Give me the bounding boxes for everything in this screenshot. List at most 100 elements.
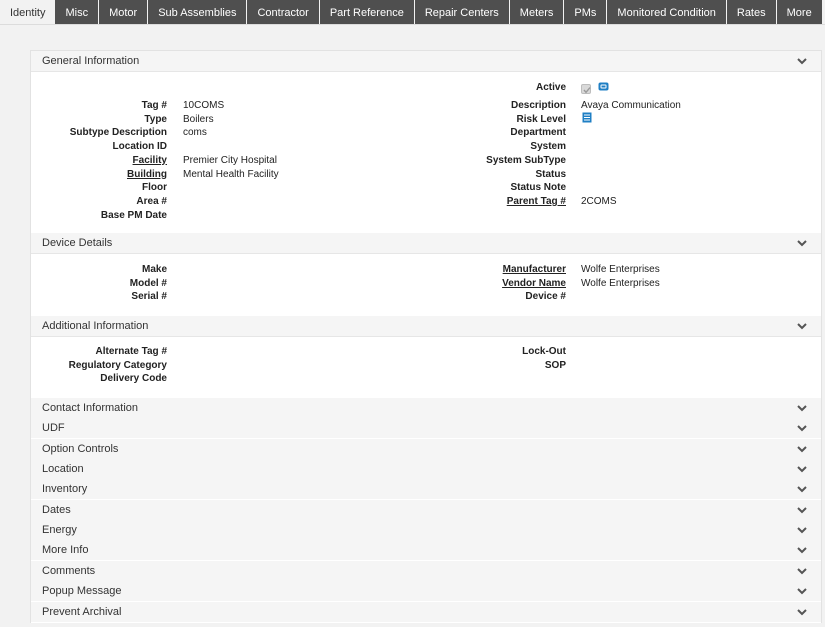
field-label[interactable]: Parent Tag # xyxy=(331,195,566,208)
field-label: Lock-Out xyxy=(522,346,566,357)
section-header-inventory[interactable]: Inventory xyxy=(31,479,821,501)
section-title: Location xyxy=(42,463,84,476)
tab-sub-assemblies[interactable]: Sub Assemblies xyxy=(148,0,248,25)
chevron-down-icon[interactable] xyxy=(797,505,807,515)
field-label: Regulatory Category xyxy=(68,359,167,371)
tab-monitored-condition[interactable]: Monitored Condition xyxy=(607,0,727,25)
section-header-option-controls[interactable]: Option Controls xyxy=(31,438,821,460)
field-label: SOP xyxy=(544,359,566,371)
field-label: Area # xyxy=(136,195,167,207)
tab-misc[interactable]: Misc xyxy=(55,0,100,25)
field-label: System xyxy=(530,141,566,153)
field-value xyxy=(581,168,801,181)
section-title: Prevent Archival xyxy=(42,605,122,618)
chevron-down-icon[interactable] xyxy=(797,607,807,617)
section-title: Inventory xyxy=(42,483,88,496)
field-value xyxy=(581,345,801,358)
section-title: UDF xyxy=(42,422,65,435)
section-header-additional[interactable]: Additional Information xyxy=(31,316,821,337)
field-value: 2COMS xyxy=(581,195,617,207)
field-label: Make xyxy=(141,264,167,275)
field-label: Department xyxy=(510,127,566,139)
field-value xyxy=(581,126,801,139)
field-label: Status Note xyxy=(510,182,566,194)
chevron-down-icon[interactable] xyxy=(797,484,807,494)
field-label[interactable]: Vendor Name xyxy=(331,277,566,290)
field-value xyxy=(183,209,383,222)
field-label: Serial # xyxy=(131,291,167,303)
info-icon[interactable] xyxy=(598,82,609,92)
field-label[interactable]: Facility xyxy=(31,154,167,167)
section-header-contact-information[interactable]: Contact Information xyxy=(31,398,821,419)
section-title: Energy xyxy=(42,524,77,537)
field-label[interactable]: Manufacturer xyxy=(331,263,566,276)
section-title: Device Details xyxy=(42,237,113,249)
field-value xyxy=(581,113,801,126)
field-label[interactable]: Building xyxy=(31,168,167,181)
section-header-udf[interactable]: UDF xyxy=(31,418,821,440)
chevron-down-icon[interactable] xyxy=(797,525,807,535)
chevron-down-icon[interactable] xyxy=(797,566,807,576)
tab-meters[interactable]: Meters xyxy=(509,0,565,25)
active-checkbox[interactable] xyxy=(581,84,591,94)
field-label: Status xyxy=(535,168,566,180)
field-label: Device # xyxy=(525,291,566,303)
section-header-prevent-archival[interactable]: Prevent Archival xyxy=(31,601,821,623)
section-header-more-info[interactable]: More Info xyxy=(31,540,821,562)
chevron-down-icon[interactable] xyxy=(797,403,807,413)
chevron-down-icon[interactable] xyxy=(797,586,807,596)
tab-bar: Identity Misc Motor Sub Assemblies Contracto… xyxy=(0,0,825,25)
section-header-general[interactable]: General Information xyxy=(31,51,821,72)
field-value xyxy=(581,154,801,167)
section-header-energy[interactable]: Energy xyxy=(31,520,821,542)
section-title: Contact Information xyxy=(42,402,138,414)
section-header-location[interactable]: Location xyxy=(31,459,821,481)
tab-pms[interactable]: PMs xyxy=(564,0,608,25)
section-title: Option Controls xyxy=(42,442,119,455)
field-label: Type xyxy=(144,113,167,125)
section-title: More Info xyxy=(42,544,89,557)
tab-identity[interactable]: Identity xyxy=(0,0,56,25)
section-title: Additional Information xyxy=(42,320,149,332)
section-header-dates[interactable]: Dates xyxy=(31,499,821,521)
section-title: Dates xyxy=(42,503,71,516)
field-value xyxy=(581,181,801,194)
field-label: Alternate Tag # xyxy=(95,346,168,357)
active-label: Active xyxy=(535,82,566,93)
field-value xyxy=(183,372,383,385)
tab-divider xyxy=(0,24,825,25)
section-header-device[interactable]: Device Details xyxy=(31,233,821,254)
field-label: Description xyxy=(510,100,566,111)
tab-motor[interactable]: Motor xyxy=(99,0,149,25)
chevron-down-icon[interactable] xyxy=(797,321,807,331)
tab-contractor[interactable]: Contractor xyxy=(247,0,320,25)
field-value: Wolfe Enterprises xyxy=(581,277,660,289)
tab-repair-centers[interactable]: Repair Centers xyxy=(414,0,510,25)
section-title: Popup Message xyxy=(42,585,122,598)
chevron-down-icon[interactable] xyxy=(797,238,807,248)
field-label: Subtype Description xyxy=(69,127,167,139)
field-label: System SubType xyxy=(486,154,566,166)
chevron-down-icon[interactable] xyxy=(797,423,807,433)
chevron-down-icon[interactable] xyxy=(797,56,807,66)
field-label: Delivery Code xyxy=(100,373,167,385)
section-title: General Information xyxy=(42,55,140,67)
field-label: Base PM Date xyxy=(100,209,167,221)
tab-more[interactable]: More xyxy=(776,0,823,25)
field-label: Model # xyxy=(129,277,167,289)
field-label: Risk Level xyxy=(516,113,566,125)
field-label: Floor xyxy=(142,182,167,194)
tab-part-reference[interactable]: Part Reference xyxy=(319,0,415,25)
chevron-down-icon[interactable] xyxy=(797,444,807,454)
chevron-down-icon[interactable] xyxy=(797,464,807,474)
field-value xyxy=(581,359,801,372)
chevron-down-icon[interactable] xyxy=(797,545,807,555)
tab-rates[interactable]: Rates xyxy=(726,0,777,25)
field-value: Avaya Communication xyxy=(581,100,681,111)
section-header-comments[interactable]: Comments xyxy=(31,560,821,582)
section-header-popup-message[interactable]: Popup Message xyxy=(31,581,821,603)
field-value xyxy=(581,290,801,303)
field-label: Location ID xyxy=(112,141,167,153)
field-value xyxy=(581,140,801,153)
section-title: Comments xyxy=(42,564,96,577)
